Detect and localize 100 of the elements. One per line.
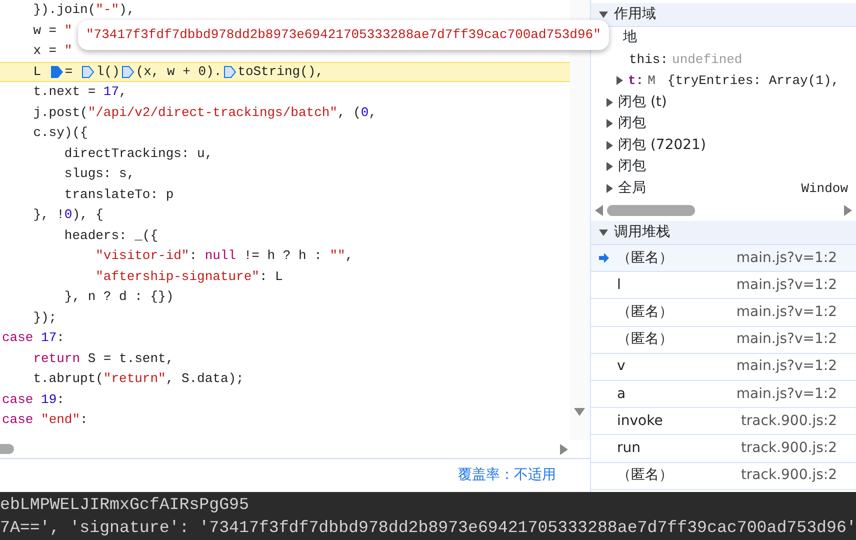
code-text: 0 bbox=[360, 104, 369, 122]
stack-frame-row[interactable]: run track.900.js:2 bbox=[591, 435, 856, 462]
expand-triangle-icon[interactable] bbox=[615, 76, 624, 86]
code-text: w = bbox=[32, 22, 58, 40]
stack-frame-row[interactable]: （匿名） main.js?v=1:2 bbox=[591, 245, 856, 272]
code-text: S = t.sent, bbox=[86, 350, 174, 368]
code-text: }); bbox=[32, 308, 57, 326]
frame-name: v bbox=[617, 357, 626, 376]
frame-name: a bbox=[617, 384, 626, 404]
code-text: case bbox=[2, 411, 34, 429]
expand-triangle-icon[interactable] bbox=[605, 162, 614, 172]
code-text: j.post( bbox=[32, 104, 88, 122]
collapse-triangle-icon[interactable] bbox=[599, 10, 608, 19]
expand-triangle-icon[interactable] bbox=[605, 98, 614, 107]
stack-frame-row[interactable]: （匿名） track.900.js:2 bbox=[591, 462, 856, 490]
class-name: M bbox=[648, 72, 656, 90]
scrollbar-thumb[interactable] bbox=[0, 444, 14, 454]
code-text: ), bbox=[119, 1, 135, 19]
frame-location: main.js?v=1:2 bbox=[735, 302, 837, 322]
code-text: c.sy)({ bbox=[32, 124, 88, 142]
code-text: "" bbox=[330, 247, 346, 265]
code-text: = bbox=[64, 62, 74, 80]
breakpoint-marker-icon[interactable] bbox=[120, 64, 135, 79]
value-tooltip: "73417f3fdf7dbbd978dd2b8973e69421705333288ae7d7ff39cac700ad753d96" bbox=[78, 20, 609, 50]
property-value: {tryEntries: Array(1), bbox=[667, 72, 840, 90]
frame-location: main.js?v=1:2 bbox=[735, 276, 837, 295]
code-text: return bbox=[32, 350, 80, 368]
code-text: , ( bbox=[337, 104, 361, 122]
code-text: "return" bbox=[103, 370, 166, 388]
scope-label[interactable]: 地 bbox=[623, 27, 637, 48]
expand-triangle-icon[interactable] bbox=[605, 140, 614, 150]
scroll-down-arrow-icon[interactable] bbox=[574, 408, 585, 416]
collapse-triangle-icon[interactable] bbox=[599, 228, 608, 237]
stack-frame-row[interactable]: invoke track.900.js:2 bbox=[591, 408, 856, 436]
code-text: , bbox=[345, 247, 354, 265]
breakpoint-marker-icon[interactable] bbox=[222, 64, 237, 79]
frame-name: （匿名） bbox=[617, 466, 673, 486]
stack-frame-row[interactable]: l main.js?v=1:2 bbox=[591, 272, 856, 300]
scope-label[interactable]: 闭包 (t) bbox=[618, 92, 667, 113]
frame-name: （匿名） bbox=[617, 330, 673, 350]
code-text: "aftership-signature" bbox=[94, 268, 260, 286]
scope-label[interactable]: 全局 bbox=[618, 178, 646, 199]
code-text: l() bbox=[96, 62, 120, 80]
code-text: toString(), bbox=[238, 62, 324, 80]
stack-frame-row[interactable]: （匿名） main.js?v=1:2 bbox=[591, 326, 856, 354]
code-text: x = bbox=[32, 42, 58, 60]
scroll-right-arrow-icon[interactable] bbox=[844, 204, 852, 216]
coverage-link[interactable]: 覆盖率：不适用 bbox=[458, 465, 556, 486]
scroll-left-arrow-icon[interactable] bbox=[595, 204, 603, 216]
code-text: , bbox=[119, 83, 127, 101]
frame-name: run bbox=[617, 438, 641, 458]
breakpoint-marker-icon[interactable] bbox=[81, 64, 96, 79]
code-text: null bbox=[204, 247, 236, 265]
console-line: 7A==', 'signature': '73417f3fdf7dbbd978dd2b8973e69421705333288ae7d7ff39cac700ad753d96' bbox=[0, 517, 856, 539]
code-text: " bbox=[64, 22, 72, 40]
frame-location: main.js?v=1:2 bbox=[735, 384, 837, 404]
code-text: (x, w + 0). bbox=[136, 62, 222, 80]
code-text: t.next = bbox=[32, 83, 97, 101]
expand-triangle-icon[interactable] bbox=[605, 184, 614, 193]
scope-value: Window bbox=[801, 180, 849, 198]
property-key: t: bbox=[628, 71, 644, 90]
section-title[interactable]: 调用堆栈 bbox=[614, 222, 670, 243]
stack-frame-row[interactable]: （匿名） main.js?v=1:2 bbox=[591, 299, 856, 327]
code-text: "visitor-id" bbox=[94, 247, 190, 265]
code-text: slugs: s, bbox=[63, 165, 135, 183]
code-text: case bbox=[2, 329, 34, 347]
console-line: ebLMPWELJIRmxGcfAIRsPgG95 bbox=[0, 494, 250, 516]
frame-name: （匿名） bbox=[617, 248, 673, 268]
code-text: : L bbox=[259, 268, 283, 286]
scope-label[interactable]: 闭包 bbox=[618, 156, 646, 178]
code-text: }, n ? d : {}) bbox=[63, 288, 174, 306]
scrollbar-thumb[interactable] bbox=[607, 204, 695, 216]
code-text: " bbox=[64, 42, 72, 60]
code-text: "-" bbox=[96, 1, 120, 19]
code-text: t.abrupt( bbox=[32, 370, 104, 388]
code-text: 17 bbox=[40, 329, 57, 347]
scope-label[interactable]: 闭包 (72021) bbox=[618, 134, 706, 156]
code-text: 19 bbox=[40, 390, 57, 408]
property-key: this: bbox=[629, 50, 668, 69]
code-text: , bbox=[368, 104, 376, 122]
code-text: 0 bbox=[64, 206, 72, 224]
frame-name: invoke bbox=[617, 412, 663, 431]
expand-triangle-icon[interactable] bbox=[605, 119, 614, 128]
frame-location: main.js?v=1:2 bbox=[735, 330, 837, 350]
breakpoint-marker-icon[interactable] bbox=[50, 64, 64, 79]
scroll-right-arrow-icon[interactable] bbox=[560, 444, 568, 454]
code-text: }, ! bbox=[32, 206, 64, 224]
stack-frame-row[interactable]: a main.js?v=1:2 bbox=[591, 380, 856, 408]
scope-label[interactable]: 闭包 bbox=[618, 113, 646, 134]
frame-location: main.js?v=1:2 bbox=[735, 248, 837, 268]
frame-location: track.900.js:2 bbox=[740, 438, 837, 458]
stack-frame-row[interactable]: v main.js?v=1:2 bbox=[591, 354, 856, 381]
code-text: : bbox=[189, 247, 198, 265]
code-text: 17 bbox=[103, 83, 120, 101]
frame-location: track.900.js:2 bbox=[740, 466, 837, 486]
code-text: : bbox=[56, 329, 64, 347]
code-text: ), { bbox=[72, 206, 104, 224]
code-text: , S.data); bbox=[166, 370, 244, 388]
section-title[interactable]: 作用域 bbox=[614, 4, 656, 25]
code-text: }).join( bbox=[32, 1, 96, 19]
